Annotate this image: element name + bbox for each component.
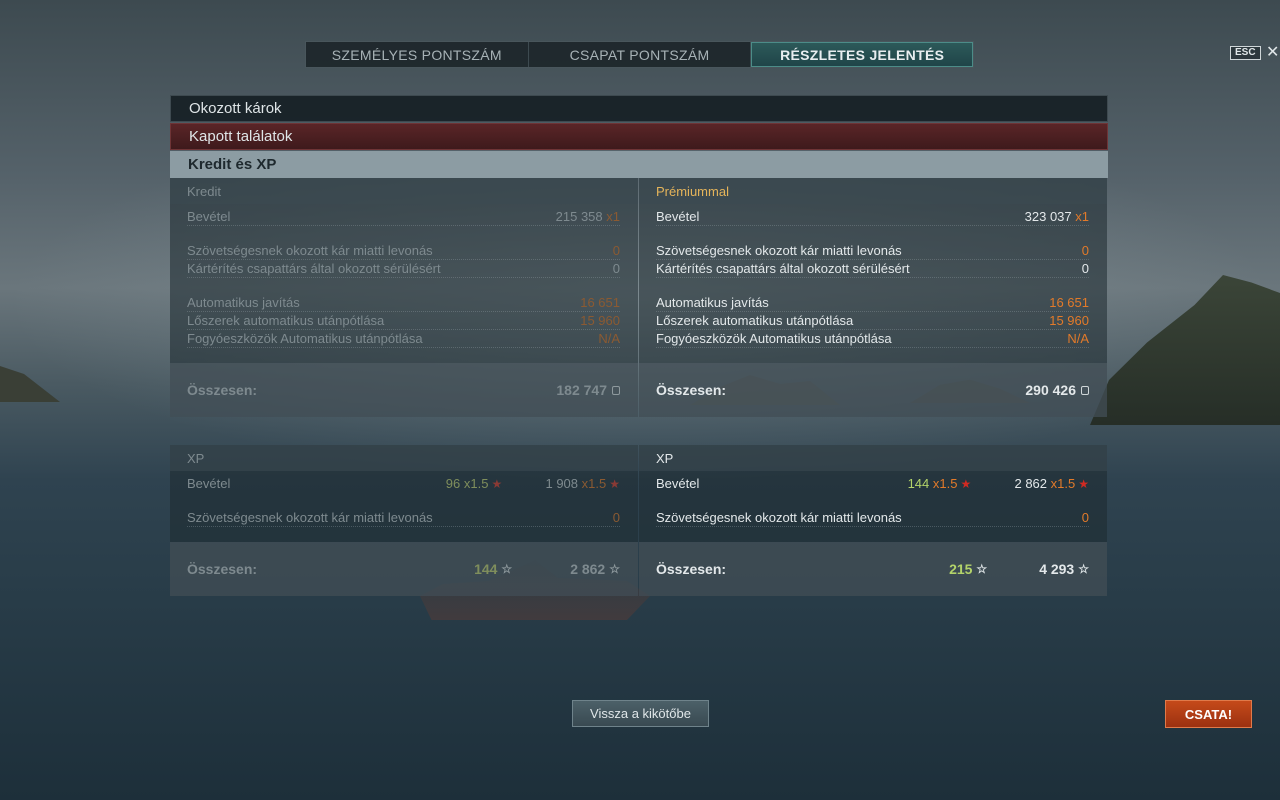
xp-star-icon: ★ xyxy=(491,477,503,491)
ally-damage-row: Szövetségesnek okozott kár miatti levoná… xyxy=(656,509,1089,527)
row-label: Bevétel xyxy=(187,476,231,491)
ally-damage-row: Szövetségesnek okozott kár miatti levoná… xyxy=(187,242,620,260)
row-label: Lőszerek automatikus utánpótlása xyxy=(656,313,854,328)
total-free-xp-value: 2 862 xyxy=(570,561,606,577)
xp-total: Összesen: 215 ☆ 4 293 ☆ xyxy=(639,542,1107,596)
total-label: Összesen: xyxy=(187,561,258,577)
row-label: Kártérítés csapattárs által okozott sérü… xyxy=(656,261,910,276)
xp-premium-panel: XP Bevétel 144 x1.5 ★ 2 862 x1.5 ★ Szövets… xyxy=(639,445,1107,596)
row-label: Fogyóeszközök Automatikus utánpótlása xyxy=(187,331,423,346)
row-label: Automatikus javítás xyxy=(656,295,769,310)
auto-repair-row: Automatikus javítás 16 651 xyxy=(187,294,620,312)
island-right xyxy=(1090,275,1280,425)
ally-damage-row: Szövetségesnek okozott kár miatti levoná… xyxy=(187,509,620,527)
free-xp-star-icon: ★ xyxy=(1078,477,1089,491)
auto-consumables-row: Fogyóeszközök Automatikus utánpótlása N/… xyxy=(187,330,620,348)
xp-income-row: Bevétel 96 x1.5 ★ 1 908 x1.5 ★ xyxy=(187,475,620,492)
row-value: 0 xyxy=(612,243,620,258)
row-label: Szövetségesnek okozott kár miatti levoná… xyxy=(656,510,902,525)
row-value: 0 xyxy=(1081,243,1089,258)
section-damage-caused[interactable]: Okozott károk xyxy=(170,95,1108,122)
report-tabs: SZEMÉLYES PONTSZÁM CSAPAT PONTSZÁM RÉSZL… xyxy=(305,41,974,68)
esc-key-hint: ESC xyxy=(1230,46,1261,60)
row-value: N/A xyxy=(1067,331,1089,346)
ally-damage-row: Szövetségesnek okozott kár miatti levoná… xyxy=(656,242,1089,260)
row-value: 16 651 xyxy=(1049,295,1089,310)
credits-premium-panel: Prémiummal Bevétel 323 037 x1 Szövetsége… xyxy=(639,178,1107,417)
row-value: 15 960 xyxy=(1049,313,1089,328)
compensation-row: Kártérítés csapattárs által okozott sérü… xyxy=(187,260,620,278)
total-label: Összesen: xyxy=(187,382,258,398)
panel-title: XP xyxy=(170,445,638,471)
compensation-row: Kártérítés csapattárs által okozott sérü… xyxy=(656,260,1089,278)
row-value: 15 960 xyxy=(580,313,620,328)
credits-total: Összesen: 182 747 xyxy=(170,363,638,417)
total-xp-value: 144 xyxy=(474,561,498,577)
row-label: Szövetségesnek okozott kár miatti levoná… xyxy=(656,243,902,258)
row-value: 16 651 xyxy=(580,295,620,310)
auto-consumables-row: Fogyóeszközök Automatikus utánpótlása N/… xyxy=(656,330,1089,348)
panel-title: XP xyxy=(639,445,1107,471)
credits-base-panel: Kredit Bevétel 215 358 x1 Szövetségesnek… xyxy=(170,178,638,417)
xp-income-row: Bevétel 144 x1.5 ★ 2 862 x1.5 ★ xyxy=(656,475,1089,492)
row-values: 144 x1.5 ★ 2 862 x1.5 ★ xyxy=(907,476,1089,491)
section-title: Kredit és XP xyxy=(188,156,277,173)
row-value: 0 xyxy=(1081,261,1089,276)
row-label: Szövetségesnek okozott kár miatti levoná… xyxy=(187,510,433,525)
xp-star-icon: ☆ xyxy=(976,562,988,576)
tab-team-score[interactable]: CSAPAT PONTSZÁM xyxy=(529,42,752,67)
row-value: 0 xyxy=(612,510,620,525)
credits-icon xyxy=(612,385,620,395)
row-label: Automatikus javítás xyxy=(187,295,300,310)
row-label: Bevétel xyxy=(656,209,700,224)
row-label: Kártérítés csapattárs által okozott sérü… xyxy=(187,261,441,276)
row-value: N/A xyxy=(598,331,620,346)
free-xp-star-icon: ☆ xyxy=(609,562,620,576)
section-title: Kapott találatok xyxy=(189,128,293,145)
row-label: Szövetségesnek okozott kár miatti levoná… xyxy=(187,243,433,258)
row-label: Lőszerek automatikus utánpótlása xyxy=(187,313,385,328)
xp-base-panel: XP Bevétel 96 x1.5 ★ 1 908 x1.5 ★ Szövetsé… xyxy=(170,445,638,596)
row-label: Bevétel xyxy=(187,209,231,224)
total-xp-value: 215 xyxy=(949,561,973,577)
row-value: 0 xyxy=(1081,510,1089,525)
row-value: 0 xyxy=(612,261,620,276)
row-value: 323 037 x1 xyxy=(1024,209,1089,224)
row-label: Bevétel xyxy=(656,476,700,491)
auto-ammo-row: Lőszerek automatikus utánpótlása 15 960 xyxy=(656,312,1089,330)
xp-total: Összesen: 144 ☆ 2 862 ☆ xyxy=(170,542,638,596)
island-left xyxy=(0,366,60,402)
panel-title: Prémiummal xyxy=(639,178,1107,204)
section-title: Okozott károk xyxy=(189,100,282,117)
auto-repair-row: Automatikus javítás 16 651 xyxy=(656,294,1089,312)
battle-button[interactable]: CSATA! xyxy=(1165,700,1252,728)
total-value: 290 426 xyxy=(1025,382,1076,398)
panel-title: Kredit xyxy=(170,178,638,204)
section-credits-xp[interactable]: Kredit és XP xyxy=(170,151,1108,178)
tab-personal-score[interactable]: SZEMÉLYES PONTSZÁM xyxy=(306,42,529,67)
close-icon[interactable]: ✕ xyxy=(1266,42,1279,62)
section-hits-received[interactable]: Kapott találatok xyxy=(170,123,1108,150)
tab-detailed-report[interactable]: RÉSZLETES JELENTÉS xyxy=(751,42,974,67)
xp-star-icon: ★ xyxy=(960,477,972,491)
total-free-xp-value: 4 293 xyxy=(1039,561,1075,577)
total-label: Összesen: xyxy=(656,382,727,398)
credits-icon xyxy=(1081,385,1089,395)
xp-star-icon: ☆ xyxy=(501,562,513,576)
row-value: 215 358 x1 xyxy=(555,209,620,224)
income-row: Bevétel 323 037 x1 xyxy=(656,208,1089,226)
back-to-port-button[interactable]: Vissza a kikötőbe xyxy=(572,700,709,727)
free-xp-star-icon: ★ xyxy=(609,477,620,491)
credits-total: Összesen: 290 426 xyxy=(639,363,1107,417)
row-values: 96 x1.5 ★ 1 908 x1.5 ★ xyxy=(445,476,620,491)
free-xp-star-icon: ☆ xyxy=(1078,562,1089,576)
row-label: Fogyóeszközök Automatikus utánpótlása xyxy=(656,331,892,346)
income-row: Bevétel 215 358 x1 xyxy=(187,208,620,226)
total-value: 182 747 xyxy=(556,382,607,398)
total-label: Összesen: xyxy=(656,561,727,577)
auto-ammo-row: Lőszerek automatikus utánpótlása 15 960 xyxy=(187,312,620,330)
